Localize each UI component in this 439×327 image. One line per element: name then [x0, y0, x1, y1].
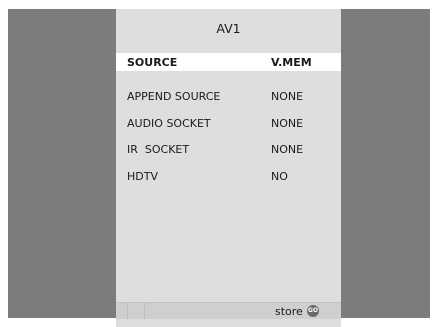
menu-row-label: APPEND SOURCE [127, 90, 221, 103]
menu-title: AV1 [216, 21, 241, 36]
menu-row-ir-socket[interactable]: IR SOCKET NONE [116, 141, 341, 157]
menu-row-value: NO [271, 170, 288, 183]
av1-menu-panel: AV1 SOURCE V.MEM APPEND SOURCE NONE AUDI… [116, 9, 341, 327]
menu-row-label: AUDIO SOCKET [127, 117, 211, 130]
menu-row-value: NONE [271, 90, 304, 103]
menu-row-label: HDTV [127, 170, 158, 183]
menu-row-value: NONE [271, 143, 304, 156]
menu-row-append-source[interactable]: APPEND SOURCE NONE [116, 88, 341, 104]
status-bar-divider [144, 303, 145, 319]
status-bar-divider [127, 303, 128, 319]
menu-row-value: V.MEM [271, 56, 312, 69]
menu-status-bar: store GO [116, 302, 341, 319]
menu-row-value: NONE [271, 117, 304, 130]
go-button-icon[interactable]: GO [307, 305, 319, 317]
store-label: store [275, 305, 303, 318]
menu-row-audio-socket[interactable]: AUDIO SOCKET NONE [116, 115, 341, 131]
menu-row-label: IR SOCKET [127, 143, 190, 156]
menu-row-label: SOURCE [127, 56, 178, 69]
menu-row-hdtv[interactable]: HDTV NO [116, 168, 341, 184]
menu-row-source[interactable]: SOURCE V.MEM [116, 53, 341, 71]
